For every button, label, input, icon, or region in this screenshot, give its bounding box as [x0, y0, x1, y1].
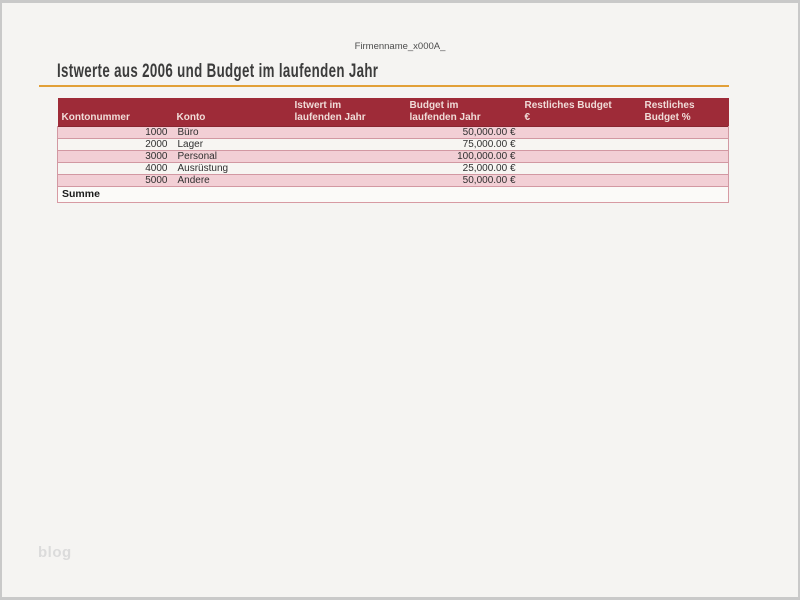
cell-restliches-eur	[520, 150, 641, 163]
cell-restliches-pct	[640, 150, 729, 163]
cell-budget: 100,000.00 €	[405, 150, 521, 163]
table-row: 1000 Büro 50,000.00 €	[57, 126, 729, 139]
cell-restliches-pct	[640, 126, 729, 139]
cell-restliches-eur	[520, 174, 641, 187]
cell-istwert	[290, 138, 406, 151]
column-header-kontonummer: Kontonummer	[57, 98, 173, 127]
cell-kontonummer: 4000	[57, 162, 173, 175]
column-header-istwert: Istwert im laufenden Jahr	[290, 98, 406, 127]
cell-konto: Andere	[172, 174, 291, 187]
cell-kontonummer: 3000	[57, 150, 173, 163]
cell-budget: 50,000.00 €	[405, 174, 521, 187]
budget-table: Kontonummer Konto Istwert im laufenden J…	[57, 98, 729, 203]
table-row: 5000 Andere 50,000.00 €	[57, 174, 729, 187]
cell-budget: 75,000.00 €	[405, 138, 521, 151]
table-row: 2000 Lager 75,000.00 €	[57, 138, 729, 151]
cell-istwert	[290, 162, 406, 175]
report-body: Istwerte aus 2006 und Budget im laufende…	[39, 61, 729, 203]
cell-kontonummer: 2000	[57, 138, 173, 151]
cell-istwert	[290, 174, 406, 187]
cell-restliches-pct	[640, 162, 729, 175]
column-header-restliches-budget-pct: Restliches Budget %	[640, 98, 729, 127]
company-name: Firmenname_x000A_	[354, 41, 446, 52]
cell-konto: Ausrüstung	[172, 162, 291, 175]
cell-kontonummer: 5000	[57, 174, 173, 187]
cell-budget: 25,000.00 €	[405, 162, 521, 175]
cell-konto: Personal	[172, 150, 291, 163]
cell-restliches-eur	[520, 126, 641, 139]
cell-restliches-eur	[520, 162, 641, 175]
column-header-konto: Konto	[172, 98, 291, 127]
cell-istwert	[290, 150, 406, 163]
cell-restliches-pct	[640, 138, 729, 151]
summary-label: Summe	[57, 186, 729, 203]
column-header-budget: Budget im laufenden Jahr	[405, 98, 521, 127]
cell-restliches-eur	[520, 138, 641, 151]
cell-kontonummer: 1000	[57, 126, 173, 139]
cell-konto: Büro	[172, 126, 291, 139]
page: Firmenname_x000A_ Istwerte aus 2006 und …	[0, 0, 800, 600]
cell-restliches-pct	[640, 174, 729, 187]
summary-row: Summe	[57, 186, 729, 203]
report-title-underline: Istwerte aus 2006 und Budget im laufende…	[39, 61, 729, 87]
table-row: 3000 Personal 100,000.00 €	[57, 150, 729, 163]
column-header-restliches-budget-eur: Restliches Budget €	[520, 98, 641, 127]
cell-konto: Lager	[172, 138, 291, 151]
cell-budget: 50,000.00 €	[405, 126, 521, 139]
report-title: Istwerte aus 2006 und Budget im laufende…	[57, 61, 379, 82]
blog-watermark: blog	[38, 544, 72, 561]
cell-istwert	[290, 126, 406, 139]
table-row: 4000 Ausrüstung 25,000.00 €	[57, 162, 729, 175]
header-row: Kontonummer Konto Istwert im laufenden J…	[57, 98, 729, 127]
table-header: Kontonummer Konto Istwert im laufenden J…	[57, 98, 729, 127]
